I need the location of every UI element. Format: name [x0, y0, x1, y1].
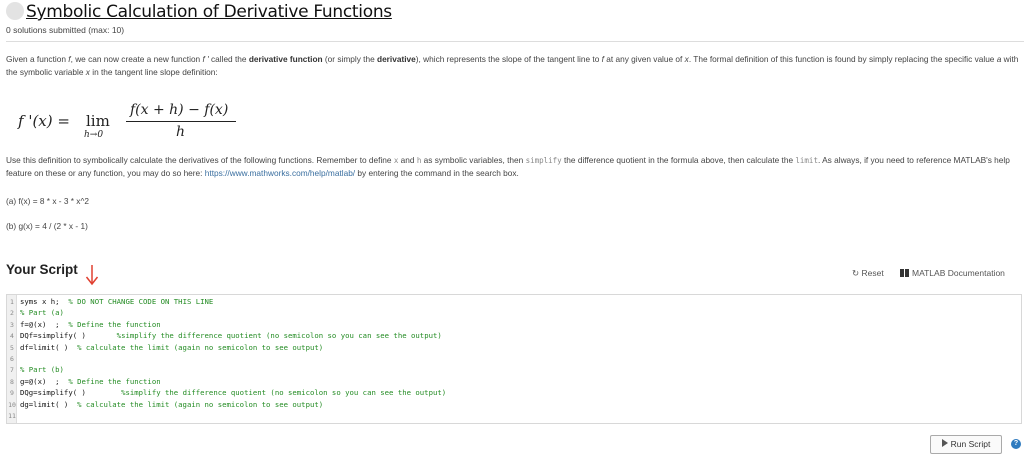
- matlab-documentation-label: MATLAB Documentation: [912, 268, 1005, 278]
- code-line[interactable]: 8 g=@(x) ; % Define the function: [7, 376, 161, 387]
- code-line[interactable]: 11: [7, 410, 20, 421]
- problem-header: Symbolic Calculation of Derivative Funct…: [6, 2, 1024, 42]
- script-title: Your Script: [6, 262, 78, 277]
- formula-denominator: h: [176, 124, 186, 140]
- code-line[interactable]: 1 syms x h; % DO NOT CHANGE CODE ON THIS …: [7, 296, 213, 307]
- code-comment: % DO NOT CHANGE CODE ON THIS LINE: [68, 297, 214, 306]
- reset-label: Reset: [861, 268, 884, 278]
- code-text: dg=limit( ): [20, 399, 69, 409]
- page-title[interactable]: Symbolic Calculation of Derivative Funct…: [26, 2, 392, 22]
- code-line[interactable]: 3 f=@(x) ; % Define the function: [7, 319, 161, 330]
- book-icon: [900, 269, 909, 277]
- arrow-down-icon: [85, 265, 99, 286]
- code-comment: % calculate the limit (again no semicolo…: [77, 399, 324, 409]
- code-line[interactable]: 5 df=limit( ) % calculate the limit (agai…: [7, 342, 323, 353]
- play-icon: [941, 439, 948, 447]
- submission-count: 0 solutions submitted (max: 10): [6, 25, 125, 35]
- formula-lim-sub: h→0: [84, 130, 104, 140]
- code-comment: % calculate the limit (again no semicolo…: [77, 342, 324, 352]
- code-comment: % Define the function: [68, 376, 161, 386]
- matlab-documentation-button[interactable]: MATLAB Documentation: [900, 268, 1005, 278]
- code-comment: % Define the function: [68, 319, 161, 329]
- code-line[interactable]: 9 DQg=simplify( ) %simplify the differenc…: [7, 387, 446, 398]
- matlab-help-link[interactable]: https://www.mathworks.com/help/matlab/: [205, 168, 355, 178]
- formula-lim: lim: [86, 112, 110, 130]
- reset-icon: ↻: [852, 268, 860, 278]
- instructions-text: Use this definition to symbolically calc…: [6, 155, 1010, 178]
- run-script-button[interactable]: Run Script: [930, 435, 1002, 454]
- part-a-text: (a) f(x) = 8 * x - 3 * x^2: [6, 196, 89, 206]
- code-text: DQg=simplify( ): [20, 388, 113, 398]
- help-icon[interactable]: ?: [1011, 439, 1021, 449]
- header-divider: [6, 41, 1024, 42]
- code-text: g=@(x) ;: [20, 376, 60, 386]
- code-line[interactable]: 6: [7, 353, 20, 364]
- reset-button[interactable]: ↻ Reset: [852, 268, 884, 279]
- code-line[interactable]: 4 DQf=simplify( ) %simplify the differenc…: [7, 330, 442, 341]
- code-text: f=@(x) ;: [20, 319, 60, 329]
- code-comment: % Part (b): [20, 365, 64, 375]
- code-comment: % Part (a): [20, 308, 64, 318]
- problem-description: Given a function f, we can now create a …: [6, 54, 1019, 77]
- run-script-label: Run Script: [950, 439, 991, 449]
- code-text: df=limit( ): [20, 342, 69, 352]
- code-line[interactable]: 10 dg=limit( ) % calculate the limit (aga…: [7, 399, 323, 410]
- code-line[interactable]: 7% Part (b): [7, 364, 64, 375]
- code-comment: %simplify the difference quotient (no se…: [121, 388, 447, 398]
- formula-numerator: f(x + h) − f(x): [130, 102, 229, 118]
- code-comment: %simplify the difference quotient (no se…: [116, 331, 442, 341]
- part-b-text: (b) g(x) = 4 / (2 * x - 1): [6, 221, 88, 231]
- code-text: syms x h;: [20, 297, 60, 306]
- formula-lhs: f '(x) =: [18, 112, 70, 130]
- derivative-formula: f '(x) = lim h→0 f(x + h) − f(x) h: [18, 100, 278, 146]
- code-text: DQf=simplify( ): [20, 331, 108, 341]
- code-line[interactable]: 2% Part (a): [7, 307, 64, 318]
- status-circle-icon: [6, 2, 24, 20]
- line-number: 11: [8, 412, 16, 420]
- formula-fraction-bar: [126, 121, 236, 122]
- code-editor[interactable]: 1 syms x h; % DO NOT CHANGE CODE ON THIS …: [6, 294, 1022, 424]
